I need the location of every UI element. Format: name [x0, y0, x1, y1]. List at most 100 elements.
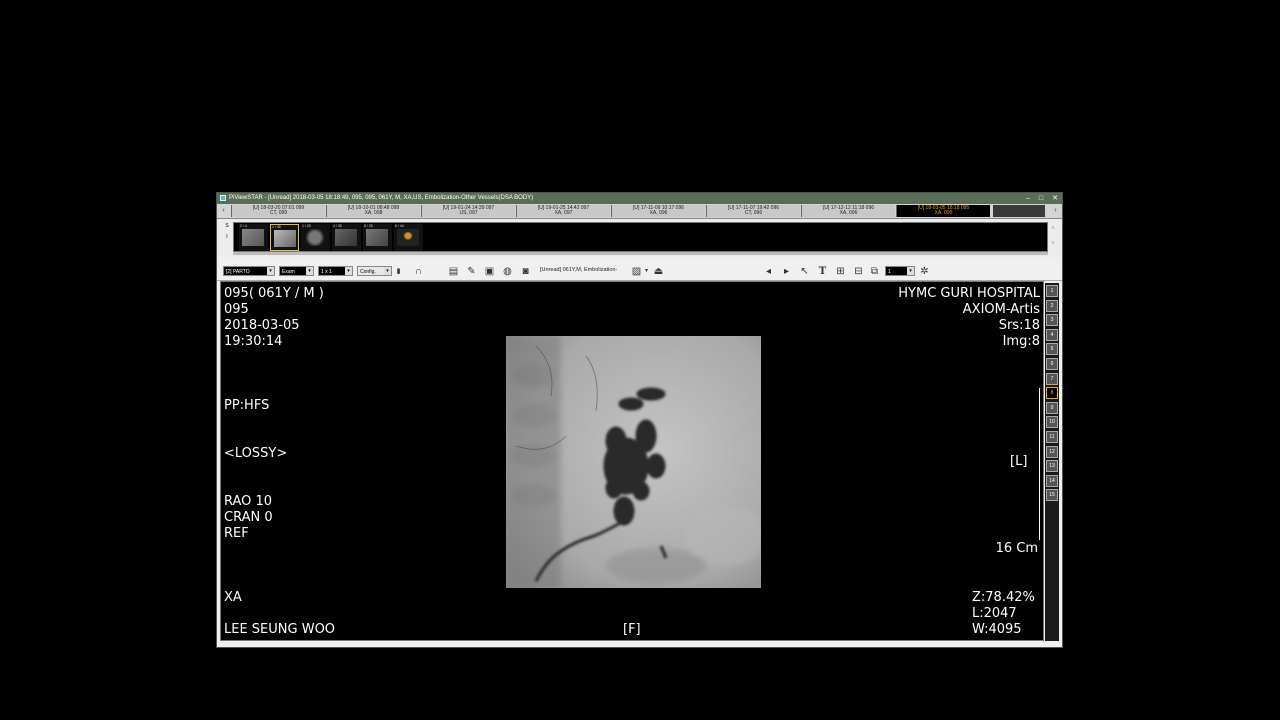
study-date: 2018-03-05: [224, 318, 300, 333]
series-button[interactable]: 12: [1046, 445, 1058, 458]
image-viewport[interactable]: 095( 061Y / M ) 095 2018-03-05 19:30:14 …: [220, 281, 1044, 641]
study-tab[interactable]: [U] 17-11-09 10:17 096 XA, 096: [611, 205, 705, 217]
thumbnail-side-labels: S I: [223, 221, 231, 255]
thumbnail-label: 2 / 4: [240, 224, 247, 228]
eraser-icon[interactable]: ⏏: [653, 266, 664, 277]
series-button[interactable]: 3: [1046, 314, 1058, 327]
series-button[interactable]: 9: [1046, 401, 1058, 414]
series-number: Srs:18: [998, 318, 1040, 333]
minimize-button[interactable]: –: [1026, 193, 1030, 204]
cran-angle: CRAN 0: [224, 510, 273, 525]
scroll-down-icon[interactable]: ˅: [1050, 237, 1056, 252]
title-bar[interactable]: PiViewSTAR - [Unread] 2018-03-05 18:18:4…: [217, 193, 1062, 204]
thumbnail-scroll-arrows[interactable]: ˄ ˅: [1050, 222, 1056, 252]
maximize-button[interactable]: □: [1039, 193, 1043, 204]
window-level: L:2047: [972, 606, 1017, 621]
magnet-icon[interactable]: ∩: [413, 266, 424, 277]
study-tab[interactable]: [U] 19-01-24 14:39 097 US, 097: [421, 205, 515, 217]
series-button[interactable]: 10: [1046, 416, 1058, 429]
thumbnail-label: 4 / 35: [333, 224, 342, 228]
thumbnail-row: S I 2 / 41 / 45 1 / 25 4 / 35 8 / 25 6 / 44 …: [217, 219, 1062, 257]
series-button[interactable]: 5: [1046, 343, 1058, 356]
study-tab[interactable]: [U] 19-01-25 14:42 097 XA, 097: [516, 205, 610, 217]
pointer-icon[interactable]: ↖: [799, 266, 810, 277]
series-button[interactable]: 14: [1046, 474, 1058, 487]
study-tab[interactable]: [U] 18-03-05 18:18 095 XA, 095: [896, 205, 990, 217]
patient-position: PP:HFS: [224, 398, 270, 413]
app-icon: [220, 195, 226, 201]
modality: XA: [224, 590, 242, 605]
hospital-name: HYMC GURI HOSPITAL: [898, 286, 1040, 301]
thumbnail-label: 6 / 44: [395, 224, 404, 228]
series-button[interactable]: 6: [1046, 358, 1058, 370]
chevron-down-icon[interactable]: ▾: [641, 266, 652, 277]
toolbar: [2] PARTO ▾ Exam ▾ 1 x 1 ▾ Config. ▾ ▮ ∩ ▤ ✎…: [217, 263, 1062, 281]
series-thumbnail[interactable]: 4 / 35: [332, 224, 361, 251]
exam-select[interactable]: Exam ▾: [279, 266, 314, 276]
tab-strip-fill: [993, 205, 1045, 217]
series-thumbnail[interactable]: 1 / 25: [301, 224, 330, 251]
close-button[interactable]: ✕: [1052, 193, 1058, 204]
tab-prev-icon[interactable]: ‹: [219, 205, 228, 217]
chevron-down-icon: ▾: [306, 267, 313, 275]
thumbnail-label: 8 / 25: [364, 224, 373, 228]
layout-grid-icon[interactable]: ⊞: [835, 266, 846, 277]
cine-icon[interactable]: ⧉: [869, 266, 880, 277]
overlay-bottom-right: Z:78.42% L:2047 W:4095: [972, 590, 1035, 638]
grid-select[interactable]: 1 x 1 ▾: [318, 266, 353, 276]
xray-angiogram-image: [506, 336, 761, 588]
save-icon[interactable]: ▣: [484, 266, 495, 277]
chevron-down-icon: ▾: [267, 267, 274, 275]
study-tab[interactable]: [U] 17-12-12 11:18 096 XA, 096: [801, 205, 895, 217]
globe-icon[interactable]: ◍: [502, 266, 513, 277]
tab-next-icon[interactable]: ›: [1051, 205, 1060, 217]
series-button[interactable]: 15: [1046, 489, 1058, 502]
thumbnail-image: [242, 229, 264, 246]
compare-icon[interactable]: ⊟: [853, 266, 864, 277]
overlay-top-left: 095( 061Y / M ) 095 2018-03-05 19:30:14: [224, 286, 324, 350]
print-icon[interactable]: ▤: [448, 266, 459, 277]
scale-label: 16 Cm: [995, 541, 1038, 556]
series-thumbnail[interactable]: 1 / 45: [270, 224, 299, 251]
study-tab-modality: XA, 095: [934, 210, 953, 217]
series-navigator: 1 2 3 4 5 6 7 8 9 10 11 12 13 14 15: [1045, 283, 1059, 641]
overlay-angles: RAO 10 CRAN 0 REF: [224, 494, 273, 542]
rotate-left-icon[interactable]: ◂: [763, 266, 774, 277]
series-button[interactable]: 4: [1046, 328, 1058, 341]
patient-id: 095: [224, 302, 249, 317]
tools-icon[interactable]: ✲: [919, 266, 930, 277]
series-thumbnail[interactable]: 6 / 44: [394, 224, 423, 251]
series-button[interactable]: 8: [1046, 387, 1058, 400]
config-settings-icon[interactable]: ▮: [393, 266, 404, 277]
thumbnail-scrollbar[interactable]: [233, 252, 1048, 255]
viewer-window: PiViewSTAR - [Unread] 2018-03-05 18:18:4…: [216, 192, 1063, 648]
window-width: W:4095: [972, 622, 1022, 637]
series-button[interactable]: 13: [1046, 460, 1058, 473]
series-thumbnail[interactable]: 2 / 4: [239, 224, 268, 251]
rotate-right-icon[interactable]: ▸: [781, 266, 792, 277]
device-name: AXIOM-Artis: [962, 302, 1040, 317]
study-tab[interactable]: [U] 18-03-20 07:01 099 CT, 099: [231, 205, 325, 217]
chevron-down-icon: ▾: [907, 267, 914, 275]
series-button[interactable]: 1: [1046, 285, 1058, 297]
scroll-up-icon[interactable]: ˄: [1050, 222, 1056, 237]
config-select[interactable]: Config. ▾: [357, 266, 392, 276]
camera-icon[interactable]: ◙: [520, 266, 531, 277]
series-button[interactable]: 11: [1046, 431, 1058, 443]
zoom-level: Z:78.42%: [972, 590, 1035, 605]
study-tab-strip: ‹ [U] 18-03-20 07:01 099 CT, 099 [U] 18-10…: [217, 204, 1062, 219]
study-tab[interactable]: [U] 17-11-07 19:42 096 CT, 096: [706, 205, 800, 217]
series-button[interactable]: 7: [1046, 372, 1058, 385]
frame-select[interactable]: 1 ▾: [885, 266, 915, 276]
orientation-side: [L]: [1010, 454, 1028, 469]
scale-ruler: [1035, 388, 1040, 540]
edit-icon[interactable]: ✎: [466, 266, 477, 277]
text-annotation-icon[interactable]: T: [817, 266, 828, 277]
ref-label: REF: [224, 526, 249, 541]
compression-label: <LOSSY>: [224, 446, 288, 461]
series-button[interactable]: 2: [1046, 299, 1058, 312]
study-tab[interactable]: [U] 18-10-01 08:48 098 XA, 098: [326, 205, 420, 217]
layout-select[interactable]: [2] PARTO ▾: [223, 266, 275, 276]
series-thumbnail[interactable]: 8 / 25: [363, 224, 392, 251]
thumbnail-image: [304, 229, 326, 246]
